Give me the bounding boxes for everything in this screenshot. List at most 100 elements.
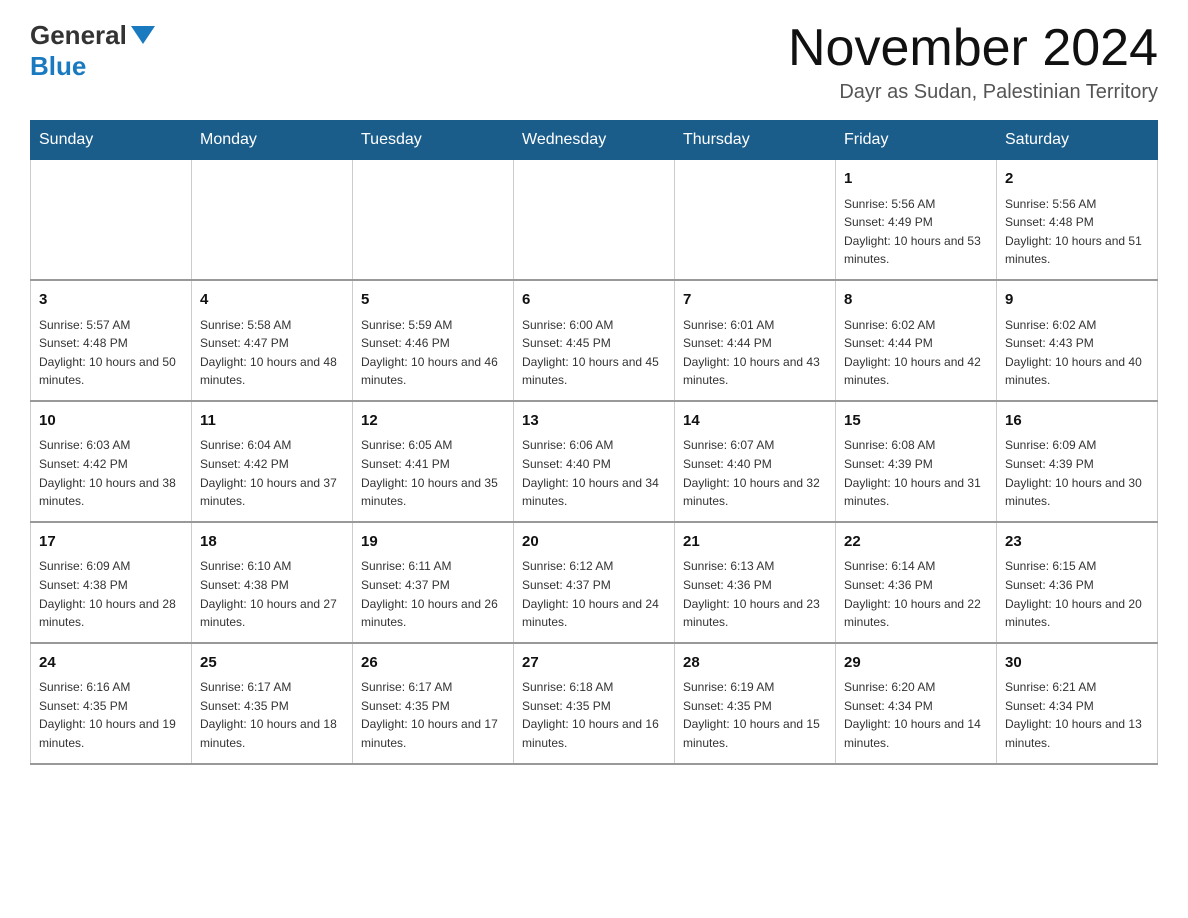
day-number: 21 xyxy=(683,531,827,554)
day-number: 22 xyxy=(844,531,988,554)
header-thursday: Thursday xyxy=(675,121,836,160)
calendar-cell: 13 Sunrise: 6:06 AMSunset: 4:40 PMDayligh… xyxy=(514,401,675,522)
calendar-cell: 24Sunrise: 6:16 AMSunset: 4:35 PMDayligh… xyxy=(31,643,192,764)
calendar-week-1: 1Sunrise: 5:56 AMSunset: 4:49 PMDaylight… xyxy=(31,160,1158,280)
header-wednesday: Wednesday xyxy=(514,121,675,160)
day-info: Sunrise: 6:03 AMSunset: 4:42 PMDaylight:… xyxy=(39,436,183,510)
calendar-cell xyxy=(31,160,192,280)
day-number: 25 xyxy=(200,652,344,675)
day-number: 13 xyxy=(522,410,666,433)
calendar-cell xyxy=(192,160,353,280)
calendar-cell: 22Sunrise: 6:14 AMSunset: 4:36 PMDayligh… xyxy=(836,522,997,643)
month-year-title: November 2024 xyxy=(788,20,1158,77)
day-number: 26 xyxy=(361,652,505,675)
calendar-cell: 23 Sunrise: 6:15 AMSunset: 4:36 PMDayligh… xyxy=(997,522,1158,643)
day-info: Sunrise: 6:05 AMSunset: 4:41 PMDaylight:… xyxy=(361,436,505,510)
day-info: Sunrise: 5:59 AMSunset: 4:46 PMDaylight:… xyxy=(361,316,505,390)
day-info: Sunrise: 6:10 AMSunset: 4:38 PMDaylight:… xyxy=(200,557,344,631)
calendar-week-2: 3Sunrise: 5:57 AMSunset: 4:48 PMDaylight… xyxy=(31,280,1158,401)
header-monday: Monday xyxy=(192,121,353,160)
day-info: Sunrise: 6:17 AMSunset: 4:35 PMDaylight:… xyxy=(361,678,505,752)
day-number: 19 xyxy=(361,531,505,554)
calendar-cell: 4Sunrise: 5:58 AMSunset: 4:47 PMDaylight… xyxy=(192,280,353,401)
day-info: Sunrise: 6:12 AMSunset: 4:37 PMDaylight:… xyxy=(522,557,666,631)
day-info: Sunrise: 6:08 AMSunset: 4:39 PMDaylight:… xyxy=(844,436,988,510)
day-number: 29 xyxy=(844,652,988,675)
calendar-cell: 19 Sunrise: 6:11 AMSunset: 4:37 PMDayligh… xyxy=(353,522,514,643)
day-info: Sunrise: 6:02 AMSunset: 4:44 PMDaylight:… xyxy=(844,316,988,390)
day-number: 10 xyxy=(39,410,183,433)
day-number: 8 xyxy=(844,289,988,312)
logo-general-text: General xyxy=(30,20,127,51)
day-info: Sunrise: 5:56 AMSunset: 4:48 PMDaylight:… xyxy=(1005,195,1149,269)
day-info: Sunrise: 6:11 AMSunset: 4:37 PMDaylight:… xyxy=(361,557,505,631)
calendar-cell: 20 Sunrise: 6:12 AMSunset: 4:37 PMDayligh… xyxy=(514,522,675,643)
day-info: Sunrise: 6:04 AMSunset: 4:42 PMDaylight:… xyxy=(200,436,344,510)
calendar-cell: 11 Sunrise: 6:04 AMSunset: 4:42 PMDayligh… xyxy=(192,401,353,522)
day-info: Sunrise: 5:58 AMSunset: 4:47 PMDaylight:… xyxy=(200,316,344,390)
calendar-cell: 29 Sunrise: 6:20 AMSunset: 4:34 PMDayligh… xyxy=(836,643,997,764)
calendar-cell: 8 Sunrise: 6:02 AMSunset: 4:44 PMDaylight… xyxy=(836,280,997,401)
day-number: 14 xyxy=(683,410,827,433)
calendar-header-row: Sunday Monday Tuesday Wednesday Thursday… xyxy=(31,121,1158,160)
calendar-week-4: 17 Sunrise: 6:09 AMSunset: 4:38 PMDayligh… xyxy=(31,522,1158,643)
day-number: 18 xyxy=(200,531,344,554)
calendar-cell: 9 Sunrise: 6:02 AMSunset: 4:43 PMDaylight… xyxy=(997,280,1158,401)
calendar-cell xyxy=(514,160,675,280)
day-number: 20 xyxy=(522,531,666,554)
page-header: General Blue November 2024 Dayr as Sudan… xyxy=(30,20,1158,104)
day-info: Sunrise: 6:09 AMSunset: 4:38 PMDaylight:… xyxy=(39,557,183,631)
calendar-table: Sunday Monday Tuesday Wednesday Thursday… xyxy=(30,120,1158,764)
day-info: Sunrise: 6:07 AMSunset: 4:40 PMDaylight:… xyxy=(683,436,827,510)
calendar-cell: 10 Sunrise: 6:03 AMSunset: 4:42 PMDayligh… xyxy=(31,401,192,522)
calendar-cell: 26 Sunrise: 6:17 AMSunset: 4:35 PMDayligh… xyxy=(353,643,514,764)
day-info: Sunrise: 6:00 AMSunset: 4:45 PMDaylight:… xyxy=(522,316,666,390)
calendar-cell: 25Sunrise: 6:17 AMSunset: 4:35 PMDayligh… xyxy=(192,643,353,764)
calendar-cell: 15 Sunrise: 6:08 AMSunset: 4:39 PMDayligh… xyxy=(836,401,997,522)
day-number: 12 xyxy=(361,410,505,433)
logo-blue-text: Blue xyxy=(30,51,86,82)
header-sunday: Sunday xyxy=(31,121,192,160)
calendar-cell: 2Sunrise: 5:56 AMSunset: 4:48 PMDaylight… xyxy=(997,160,1158,280)
day-info: Sunrise: 6:09 AMSunset: 4:39 PMDaylight:… xyxy=(1005,436,1149,510)
title-block: November 2024 Dayr as Sudan, Palestinian… xyxy=(788,20,1158,104)
day-number: 17 xyxy=(39,531,183,554)
day-number: 16 xyxy=(1005,410,1149,433)
day-info: Sunrise: 6:06 AMSunset: 4:40 PMDaylight:… xyxy=(522,436,666,510)
header-saturday: Saturday xyxy=(997,121,1158,160)
header-tuesday: Tuesday xyxy=(353,121,514,160)
day-number: 15 xyxy=(844,410,988,433)
calendar-cell: 21Sunrise: 6:13 AMSunset: 4:36 PMDayligh… xyxy=(675,522,836,643)
day-number: 9 xyxy=(1005,289,1149,312)
calendar-cell: 27 Sunrise: 6:18 AMSunset: 4:35 PMDayligh… xyxy=(514,643,675,764)
day-number: 11 xyxy=(200,410,344,433)
day-info: Sunrise: 6:20 AMSunset: 4:34 PMDaylight:… xyxy=(844,678,988,752)
calendar-cell: 30Sunrise: 6:21 AMSunset: 4:34 PMDayligh… xyxy=(997,643,1158,764)
day-number: 23 xyxy=(1005,531,1149,554)
day-number: 28 xyxy=(683,652,827,675)
day-number: 6 xyxy=(522,289,666,312)
day-number: 24 xyxy=(39,652,183,675)
calendar-cell xyxy=(353,160,514,280)
calendar-cell: 12 Sunrise: 6:05 AMSunset: 4:41 PMDayligh… xyxy=(353,401,514,522)
calendar-cell: 18 Sunrise: 6:10 AMSunset: 4:38 PMDayligh… xyxy=(192,522,353,643)
logo: General Blue xyxy=(30,20,155,82)
day-info: Sunrise: 5:56 AMSunset: 4:49 PMDaylight:… xyxy=(844,195,988,269)
calendar-cell: 3Sunrise: 5:57 AMSunset: 4:48 PMDaylight… xyxy=(31,280,192,401)
day-number: 3 xyxy=(39,289,183,312)
day-info: Sunrise: 6:19 AMSunset: 4:35 PMDaylight:… xyxy=(683,678,827,752)
calendar-cell: 7Sunrise: 6:01 AMSunset: 4:44 PMDaylight… xyxy=(675,280,836,401)
calendar-cell xyxy=(675,160,836,280)
calendar-week-5: 24Sunrise: 6:16 AMSunset: 4:35 PMDayligh… xyxy=(31,643,1158,764)
day-number: 27 xyxy=(522,652,666,675)
day-number: 5 xyxy=(361,289,505,312)
day-number: 7 xyxy=(683,289,827,312)
calendar-cell: 5 Sunrise: 5:59 AMSunset: 4:46 PMDaylight… xyxy=(353,280,514,401)
calendar-cell: 14 Sunrise: 6:07 AMSunset: 4:40 PMDayligh… xyxy=(675,401,836,522)
calendar-cell: 16 Sunrise: 6:09 AMSunset: 4:39 PMDayligh… xyxy=(997,401,1158,522)
calendar-cell: 17 Sunrise: 6:09 AMSunset: 4:38 PMDayligh… xyxy=(31,522,192,643)
day-info: Sunrise: 6:15 AMSunset: 4:36 PMDaylight:… xyxy=(1005,557,1149,631)
day-info: Sunrise: 6:18 AMSunset: 4:35 PMDaylight:… xyxy=(522,678,666,752)
day-info: Sunrise: 6:21 AMSunset: 4:34 PMDaylight:… xyxy=(1005,678,1149,752)
day-info: Sunrise: 6:02 AMSunset: 4:43 PMDaylight:… xyxy=(1005,316,1149,390)
